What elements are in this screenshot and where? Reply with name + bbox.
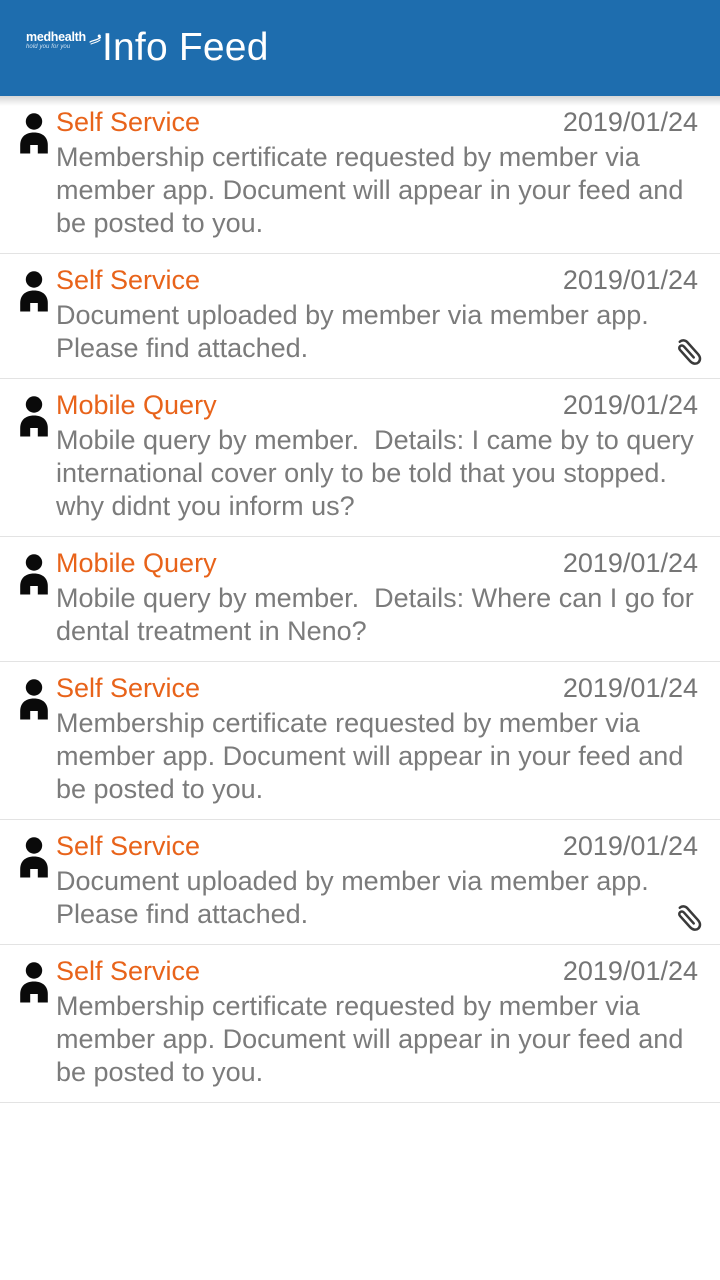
feed-item-body: Mobile Query 2019/01/24 Mobile query by me… bbox=[56, 547, 708, 648]
feed-item-category[interactable]: Self Service bbox=[56, 264, 200, 296]
feed-item-text: Membership certificate requested by memb… bbox=[56, 991, 691, 1087]
feed-item-date: 2019/01/24 bbox=[562, 107, 698, 137]
person-icon bbox=[12, 830, 56, 880]
feed-item[interactable]: Mobile Query 2019/01/24 Mobile query by me… bbox=[0, 379, 720, 537]
feed-item-date: 2019/01/24 bbox=[562, 956, 698, 986]
feed-item-text: Document uploaded by member via member a… bbox=[56, 866, 657, 929]
person-icon bbox=[12, 264, 56, 314]
logo-wordmark: medhealth bbox=[26, 30, 86, 44]
feed-item-category[interactable]: Self Service bbox=[56, 830, 200, 862]
feed-item[interactable]: Self Service 2019/01/24 Membership certifi… bbox=[0, 96, 720, 254]
feed-item-body: Self Service 2019/01/24 Membership certifi… bbox=[56, 106, 708, 240]
feed-item-body: Self Service 2019/01/24 Document uploaded … bbox=[56, 830, 708, 931]
feed-item-header: Self Service 2019/01/24 bbox=[56, 955, 698, 987]
logo-tagline: hold you for you bbox=[26, 44, 71, 50]
feed-item-body: Self Service 2019/01/24 Membership certifi… bbox=[56, 955, 708, 1089]
person-icon bbox=[12, 389, 56, 439]
feed-item-body: Self Service 2019/01/24 Document uploaded … bbox=[56, 264, 708, 365]
feed-item-date: 2019/01/24 bbox=[562, 265, 698, 295]
feed-item-text: Membership certificate requested by memb… bbox=[56, 708, 691, 804]
paperclip-icon[interactable] bbox=[672, 901, 706, 935]
feed-item-date: 2019/01/24 bbox=[562, 831, 698, 861]
feed-item[interactable]: Self Service 2019/01/24 Document uploaded … bbox=[0, 820, 720, 945]
feed-item-category[interactable]: Mobile Query bbox=[56, 547, 217, 579]
medhealth-logo: medhealth hold you for you bbox=[26, 30, 101, 65]
app-root: medhealth hold you for you Info Feed Sel… bbox=[0, 0, 720, 1280]
feed-item-text: Mobile query by member. Details: Where c… bbox=[56, 583, 702, 646]
feed-item-text: Membership certificate requested by memb… bbox=[56, 142, 691, 238]
paperclip-icon[interactable] bbox=[672, 335, 706, 369]
feed-item-header: Self Service 2019/01/24 bbox=[56, 830, 698, 862]
feed-item-date: 2019/01/24 bbox=[562, 673, 698, 703]
person-icon bbox=[12, 547, 56, 597]
feed-item-date: 2019/01/24 bbox=[562, 548, 698, 578]
feed-item-text: Mobile query by member. Details: I came … bbox=[56, 425, 702, 521]
info-feed-list[interactable]: Self Service 2019/01/24 Membership certifi… bbox=[0, 96, 720, 1280]
person-icon bbox=[12, 106, 56, 156]
medhealth-swoosh-icon bbox=[89, 32, 102, 45]
feed-item-category[interactable]: Self Service bbox=[56, 955, 200, 987]
feed-item[interactable]: Self Service 2019/01/24 Document uploaded … bbox=[0, 254, 720, 379]
feed-item-category[interactable]: Self Service bbox=[56, 106, 200, 138]
app-bar: medhealth hold you for you Info Feed bbox=[0, 0, 720, 96]
feed-item-category[interactable]: Mobile Query bbox=[56, 389, 217, 421]
person-icon bbox=[12, 672, 56, 722]
feed-item-header: Self Service 2019/01/24 bbox=[56, 264, 698, 296]
feed-item-header: Self Service 2019/01/24 bbox=[56, 106, 698, 138]
feed-item-text: Document uploaded by member via member a… bbox=[56, 300, 657, 363]
feed-item[interactable]: Mobile Query 2019/01/24 Mobile query by me… bbox=[0, 537, 720, 662]
page-title: Info Feed bbox=[102, 26, 269, 69]
logo-top-row: medhealth bbox=[26, 30, 101, 45]
feed-item-header: Mobile Query 2019/01/24 bbox=[56, 389, 698, 421]
feed-item-body: Mobile Query 2019/01/24 Mobile query by me… bbox=[56, 389, 708, 523]
feed-item-date: 2019/01/24 bbox=[562, 390, 698, 420]
feed-item-category[interactable]: Self Service bbox=[56, 672, 200, 704]
feed-item-header: Mobile Query 2019/01/24 bbox=[56, 547, 698, 579]
feed-item[interactable]: Self Service 2019/01/24 Membership certifi… bbox=[0, 945, 720, 1103]
feed-item-header: Self Service 2019/01/24 bbox=[56, 672, 698, 704]
feed-item[interactable]: Self Service 2019/01/24 Membership certifi… bbox=[0, 662, 720, 820]
feed-item-body: Self Service 2019/01/24 Membership certifi… bbox=[56, 672, 708, 806]
person-icon bbox=[12, 955, 56, 1005]
